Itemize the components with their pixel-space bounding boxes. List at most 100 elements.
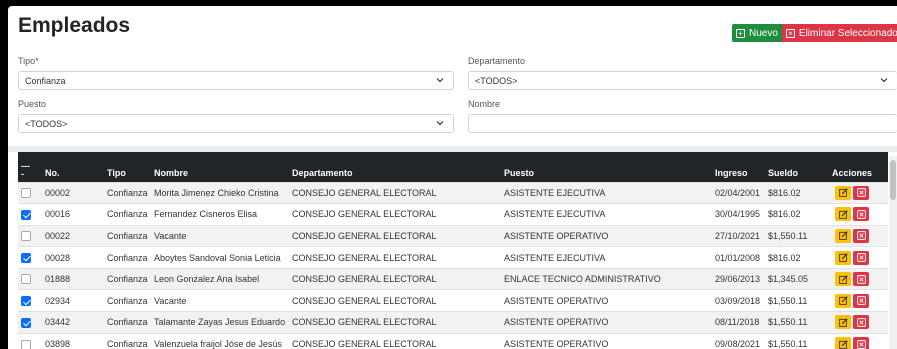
cell-ingreso: 27/10/2021 <box>712 224 765 247</box>
cell-nombre: Morita Jimenez Chieko Cristina <box>151 181 289 204</box>
cell-tipo: Confianza <box>104 332 151 349</box>
delete-button[interactable] <box>853 293 869 308</box>
col-nombre[interactable]: Nombre <box>151 152 289 182</box>
table-header-row: --- - No. Tipo Nombre Departamento Puest… <box>18 152 888 182</box>
plus-square-icon: + <box>736 28 745 38</box>
row-checkbox[interactable] <box>21 317 31 328</box>
new-button[interactable]: + Nuevo <box>732 24 782 42</box>
col-departamento[interactable]: Departamento <box>289 152 501 182</box>
edit-button[interactable] <box>835 185 851 200</box>
row-checkbox[interactable] <box>21 339 31 349</box>
chevron-down-icon <box>436 76 444 83</box>
cell-sueldo: $1,550.11 <box>765 332 816 349</box>
delete-button[interactable] <box>853 228 869 243</box>
table-row[interactable]: 00028 Confianza Aboytes Sandoval Sonia Let… <box>18 246 888 269</box>
x-square-icon <box>856 253 866 262</box>
col-tipo[interactable]: Tipo <box>104 152 151 182</box>
cell-puesto: ASISTENTE EJECUTIVA <box>501 181 712 204</box>
table-row[interactable]: 00002 Confianza Morita Jimenez Chieko Cris… <box>18 181 888 204</box>
delete-button[interactable] <box>853 185 869 200</box>
scrollbar-thumb[interactable] <box>890 160 896 200</box>
table-row[interactable]: 01888 Confianza Leon Gonzalez Ana Isabel CO… <box>18 267 888 290</box>
cell-departamento: CONSEJO GENERAL ELECTORAL <box>289 311 501 334</box>
row-select-cell <box>18 224 42 247</box>
tipo-select[interactable]: Confianza <box>18 71 454 90</box>
cell-acciones <box>816 224 888 247</box>
delete-button[interactable] <box>853 315 869 330</box>
cell-tipo: Confianza <box>104 181 151 204</box>
puesto-select[interactable]: <TODOS> <box>18 114 454 133</box>
cell-departamento: CONSEJO GENERAL ELECTORAL <box>289 267 501 290</box>
row-select-cell <box>18 267 42 290</box>
cell-tipo: Confianza <box>104 311 151 334</box>
cell-departamento: CONSEJO GENERAL ELECTORAL <box>289 289 501 312</box>
col-no[interactable]: No. <box>42 152 104 182</box>
row-checkbox[interactable] <box>21 231 31 242</box>
pencil-square-icon <box>838 296 848 306</box>
col-sueldo[interactable]: Sueldo <box>765 152 816 182</box>
edit-button[interactable] <box>835 228 851 243</box>
cell-tipo: Confianza <box>104 267 151 290</box>
row-checkbox[interactable] <box>21 188 31 199</box>
cell-puesto: ASISTENTE EJECUTIVA <box>501 203 712 226</box>
cell-departamento: CONSEJO GENERAL ELECTORAL <box>289 203 501 226</box>
x-square-icon <box>856 274 866 284</box>
table-row[interactable]: 00016 Confianza Fernandez Cisneros Elisa CO… <box>18 203 888 226</box>
edit-button[interactable] <box>835 207 851 222</box>
table-body: 00002 Confianza Morita Jimenez Chieko Cris… <box>18 181 888 349</box>
delete-button[interactable] <box>853 272 869 287</box>
nombre-label: Nombre <box>468 99 501 109</box>
departamento-select[interactable]: <TODOS> <box>468 71 897 90</box>
x-square-icon <box>856 210 866 219</box>
cell-nombre: Leon Gonzalez Ana Isabel <box>151 267 289 290</box>
table-row[interactable]: 00022 Confianza Vacante CONSEJO GENERAL ELE… <box>18 224 888 247</box>
cell-sueldo: $816.02 <box>765 203 816 226</box>
table-row[interactable]: 03442 Confianza Talamante Zayas Jesus Edua… <box>18 311 888 334</box>
cell-no: 01888 <box>42 267 104 290</box>
chevron-down-icon <box>436 119 444 126</box>
cell-sueldo: $1,550.11 <box>765 311 816 334</box>
cell-puesto: ASISTENTE OPERATIVO <box>501 224 712 247</box>
x-square-icon <box>856 231 866 241</box>
cell-nombre: Aboytes Sandoval Sonia Leticia <box>151 246 289 269</box>
table-row[interactable]: 03898 Confianza Valenzuela fraijol Jóse de… <box>18 332 888 349</box>
cell-acciones <box>816 267 888 290</box>
x-square-icon: × <box>785 28 795 38</box>
edit-button[interactable] <box>835 315 851 330</box>
cell-puesto: ENLACE TECNICO ADMINISTRATIVO <box>501 267 712 290</box>
cell-no: 00016 <box>42 203 104 226</box>
col-select-all[interactable]: --- - <box>18 152 42 182</box>
nombre-input[interactable] <box>468 114 897 133</box>
employees-table: --- - No. Tipo Nombre Departamento Puest… <box>18 152 888 349</box>
row-checkbox[interactable] <box>21 274 31 285</box>
cell-acciones <box>816 311 888 334</box>
cell-no: 00028 <box>42 246 104 269</box>
edit-button[interactable] <box>835 337 851 349</box>
row-checkbox[interactable] <box>21 296 31 307</box>
edit-button[interactable] <box>835 250 851 265</box>
row-select-cell <box>18 181 42 204</box>
delete-button[interactable] <box>853 250 869 265</box>
scrollbar[interactable] <box>889 156 897 349</box>
col-puesto[interactable]: Puesto <box>501 152 712 182</box>
edit-button[interactable] <box>835 293 851 308</box>
chevron-down-icon <box>880 76 888 83</box>
row-select-cell <box>18 311 42 334</box>
cell-departamento: CONSEJO GENERAL ELECTORAL <box>289 224 501 247</box>
col-ingreso[interactable]: Ingreso <box>712 152 765 182</box>
row-checkbox[interactable] <box>21 209 31 220</box>
delete-button[interactable] <box>853 337 869 349</box>
cell-puesto: ASISTENTE EJECUTIVA <box>501 246 712 269</box>
cell-acciones <box>816 203 888 226</box>
edit-button[interactable] <box>835 272 851 287</box>
cell-ingreso: 01/01/2008 <box>712 246 765 269</box>
cell-nombre: Vacante <box>151 289 289 312</box>
cell-tipo: Confianza <box>104 224 151 247</box>
delete-selected-button[interactable]: × Eliminar Seleccionados <box>781 24 897 42</box>
cell-tipo: Confianza <box>104 203 151 226</box>
delete-button[interactable] <box>853 207 869 222</box>
cell-acciones <box>816 181 888 204</box>
row-checkbox[interactable] <box>21 252 31 263</box>
cell-sueldo: $1,345.05 <box>765 267 816 290</box>
table-row[interactable]: 02934 Confianza Vacante CONSEJO GENERAL ELE… <box>18 289 888 312</box>
